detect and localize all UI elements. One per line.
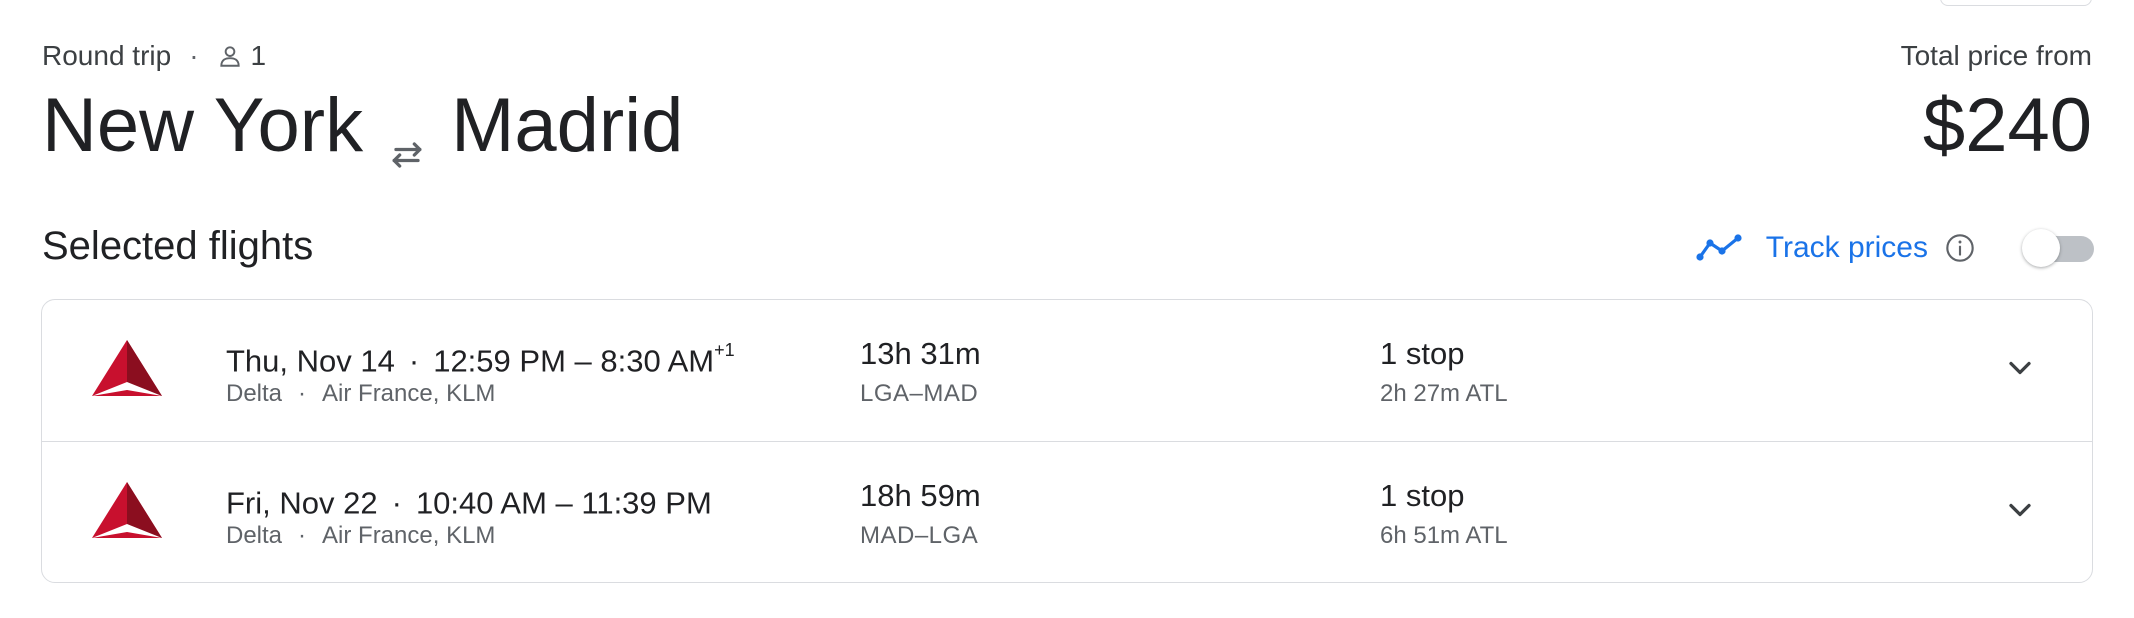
flight-times: 12:59 PM – 8:30 AM bbox=[433, 343, 715, 379]
flight-date: Thu, Nov 14 bbox=[226, 343, 395, 379]
delta-logo-icon bbox=[90, 480, 164, 544]
selected-flights-card: Thu, Nov 14 · 12:59 PM – 8:30 AM+1 Delta · A… bbox=[41, 299, 2093, 583]
flight-duration: 18h 59m bbox=[860, 478, 981, 513]
flight-duration: 13h 31m bbox=[860, 336, 981, 371]
total-price: $240 bbox=[1922, 83, 2092, 168]
top-edge-button-stub[interactable] bbox=[1940, 0, 2092, 6]
chevron-down-icon[interactable] bbox=[2002, 492, 2038, 528]
operating-airline: Delta bbox=[226, 522, 283, 549]
trip-meta: Round trip · 1 bbox=[42, 40, 266, 72]
carrier-info: Delta · Air France, KLM bbox=[226, 380, 495, 408]
price-label: Total price from bbox=[1900, 40, 2092, 71]
schedule-separator: · bbox=[391, 485, 402, 521]
day-offset: +1 bbox=[714, 340, 735, 360]
carrier-separator: · bbox=[298, 522, 307, 549]
trip-type-label: Round trip bbox=[42, 40, 172, 71]
info-icon[interactable] bbox=[1944, 232, 1976, 264]
delta-logo-icon bbox=[90, 338, 164, 402]
route-code: MAD–LGA bbox=[860, 522, 979, 549]
track-prices-toggle[interactable] bbox=[2022, 228, 2094, 268]
flight-date: Fri, Nov 22 bbox=[226, 485, 378, 521]
chevron-down-icon[interactable] bbox=[2002, 350, 2038, 386]
partner-airlines: Air France, KLM bbox=[322, 522, 496, 549]
schedule-separator: · bbox=[408, 343, 420, 379]
track-prices-control: Track prices bbox=[1696, 226, 2094, 270]
track-prices-label[interactable]: Track prices bbox=[1766, 231, 1928, 265]
route-code: LGA–MAD bbox=[860, 380, 979, 407]
layover-info: 2h 27m ATL bbox=[1380, 380, 1508, 407]
swap-arrows-icon bbox=[385, 104, 429, 168]
carrier-separator: · bbox=[298, 380, 307, 407]
toggle-knob bbox=[2022, 229, 2060, 267]
flight-schedule: Fri, Nov 22 · 10:40 AM – 11:39 PM bbox=[226, 476, 712, 523]
price-trend-icon bbox=[1696, 233, 1742, 263]
flight-row-outbound[interactable]: Thu, Nov 14 · 12:59 PM – 8:30 AM+1 Delta · A… bbox=[42, 300, 2092, 440]
origin-city: New York bbox=[42, 83, 364, 168]
layover-info: 6h 51m ATL bbox=[1380, 522, 1508, 549]
operating-airline: Delta bbox=[226, 380, 283, 407]
flight-schedule: Thu, Nov 14 · 12:59 PM – 8:30 AM+1 bbox=[226, 334, 735, 381]
destination-city: Madrid bbox=[451, 83, 684, 168]
partner-airlines: Air France, KLM bbox=[322, 380, 496, 407]
trip-meta-separator: · bbox=[189, 40, 199, 71]
flight-times: 10:40 AM – 11:39 PM bbox=[415, 485, 712, 521]
passenger-count: 1 bbox=[250, 40, 267, 71]
route-title: New York Madrid bbox=[42, 78, 683, 174]
person-icon bbox=[217, 43, 243, 69]
selected-flights-title: Selected flights bbox=[42, 224, 314, 268]
stop-count: 1 stop bbox=[1380, 478, 1465, 513]
stop-count: 1 stop bbox=[1380, 336, 1465, 371]
carrier-info: Delta · Air France, KLM bbox=[226, 522, 495, 550]
flight-row-return[interactable]: Fri, Nov 22 · 10:40 AM – 11:39 PM Delta · Ai… bbox=[42, 441, 2092, 582]
